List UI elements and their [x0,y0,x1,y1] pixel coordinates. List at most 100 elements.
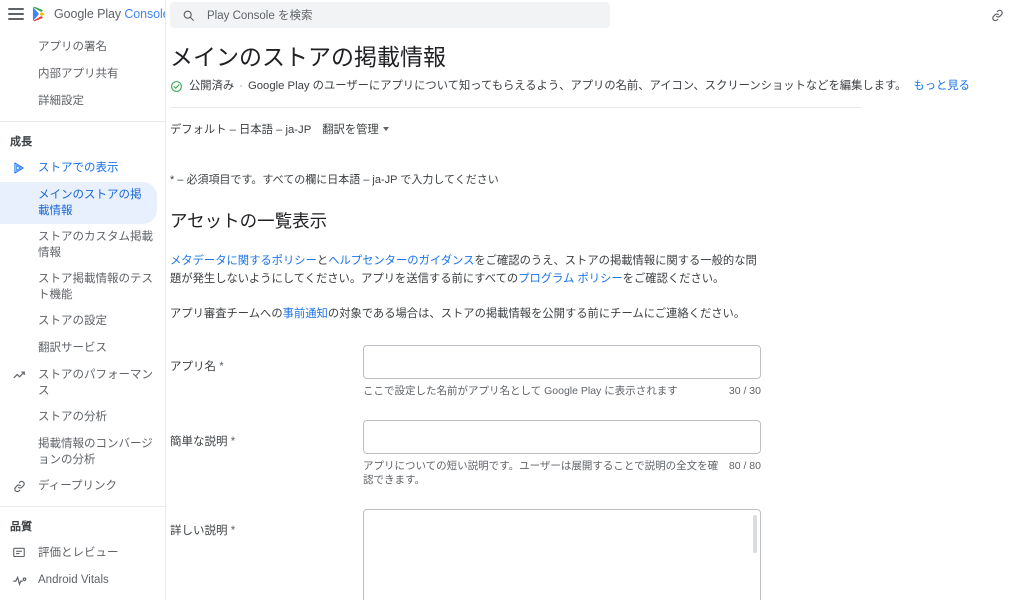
label-text: アプリ名 [170,361,216,373]
label-text: 詳しい説明 [170,525,228,537]
sidebar-section-quality: 品質 [10,521,33,533]
sidebar-item-label: 内部アプリ共有 [38,68,119,80]
page-title: メインのストアの掲載情報 [170,44,446,70]
sidebar-item-label: ディープリンク [38,480,118,492]
sidebar: Google Play Console アプリの署名 内部アプリ共有 詳細設定 … [0,0,166,600]
sidebar-item-ratings-and-reviews[interactable]: 評価とレビュー [0,540,165,567]
sidebar-item-custom-store-listings[interactable]: ストアのカスタム掲載情報 [0,224,165,266]
sidebar-item-internal-app-sharing[interactable]: 内部アプリ共有 [0,61,165,88]
sidebar-item-label: ストアのパフォーマンス [38,369,153,397]
sidebar-item-listing-conversion-analysis[interactable]: 掲載情報のコンバージョンの分析 [0,431,165,473]
check-circle-icon [170,80,184,93]
helper-text: アプリについての短い説明です。ユーザーは展開することで説明の全文を確認できます。 [363,460,719,486]
full-description-area-wrap [363,509,761,600]
sidebar-item-label: ストアの設定 [38,315,107,327]
status-badge: 公開済み [189,80,235,92]
google-play-logo-icon [33,6,45,22]
status-description: Google Play のユーザーにアプリについて知ってもらえるよう、アプリの名… [247,80,907,92]
sidebar-item-store-settings[interactable]: ストアの設定 [0,308,165,335]
helper-text: ここで設定した名前がアプリ名として Google Play に表示されます [363,385,678,397]
main-content: Play Console を検索 メインのストアの掲載情報 公開済み · Goo… [166,0,1024,600]
status-separator: · [239,80,243,92]
metadata-policy-link[interactable]: メタデータに関するポリシー [170,255,317,267]
sidebar-nav: アプリの署名 内部アプリ共有 詳細設定 成長 ストアでの表示 メインのストアの掲… [0,28,165,600]
brand-name-secondary: Console [124,6,166,21]
policy-text: と [316,255,329,267]
sidebar-item-label: 詳細設定 [38,95,84,107]
short-description-field-wrap: アプリについての短い説明です。ユーザーは展開することで説明の全文を確認できます。… [363,420,761,487]
sidebar-item-label: メインのストアの掲載情報 [38,189,142,217]
locale-current: デフォルト – 日本語 – ja-JP [170,124,312,136]
link-chain-icon [10,478,28,494]
sidebar-item-label: アプリの署名 [38,41,107,53]
sidebar-item-label: ストア掲載情報のテスト機能 [38,273,153,301]
policy-text: をご確認ください。 [622,273,725,285]
sidebar-item-label: 掲載情報のコンバージョンの分析 [38,438,153,466]
app-name-helper-row: ここで設定した名前がアプリ名として Google Play に表示されます 30… [363,384,761,398]
app-name-input[interactable] [363,345,761,379]
sidebar-item-advanced-settings[interactable]: 詳細設定 [0,88,165,115]
sidebar-item-translation-service[interactable]: 翻訳サービス [0,335,165,362]
sidebar-item-label: ストアのカスタム掲載情報 [38,231,153,259]
chevron-down-icon [382,127,389,131]
brand-title: Google Play Console [54,6,166,21]
app-name-field-wrap: ここで設定した名前がアプリ名として Google Play に表示されます 30… [363,345,761,398]
search-placeholder: Play Console を検索 [207,10,313,22]
advance-notice-link[interactable]: 事前通知 [283,308,328,320]
manage-translations-button[interactable]: 翻訳を管理 [322,121,389,137]
sidebar-item-store-listing-experiments[interactable]: ストア掲載情報のテスト機能 [0,266,165,308]
sidebar-item-store-performance[interactable]: ストアのパフォーマンス [0,362,165,404]
sidebar-item-label: 翻訳サービス [38,342,107,354]
locale-row: デフォルト – 日本語 – ja-JP 翻訳を管理 [170,121,1024,137]
app-root: Google Play Console アプリの署名 内部アプリ共有 詳細設定 … [0,0,1024,600]
sidebar-item-store-presence[interactable]: ストアでの表示 [0,155,165,182]
sidebar-item-app-signing[interactable]: アプリの署名 [0,34,165,61]
policy-paragraph-1: メタデータに関するポリシーとヘルプセンターのガイダンスをご確認のうえ、ストアの掲… [170,252,768,288]
program-policy-link[interactable]: プログラム ポリシー [518,273,622,285]
learn-more-link[interactable]: もっと見る [913,79,970,94]
label-text: 簡単な説明 [170,436,228,448]
sidebar-item-deep-links[interactable]: ディープリンク [0,473,165,500]
sidebar-item-label: 評価とレビュー [38,547,119,559]
policy-text: の対象である場合は、ストアの掲載情報を公開する前にチームにご連絡ください。 [327,308,746,320]
sidebar-item-android-vitals[interactable]: Android Vitals [0,567,165,594]
required-marker: * [230,525,236,537]
reviews-icon [10,545,28,561]
required-marker: * [219,361,224,373]
required-marker: * [230,436,236,448]
sidebar-item-store-analytics[interactable]: ストアの分析 [0,404,165,431]
sidebar-item-label: Android Vitals [38,574,109,586]
policy-paragraph-2: アプリ審査チームへの事前通知の対象である場合は、ストアの掲載情報を公開する前にチ… [170,305,768,323]
short-description-label: 簡単な説明 * [170,420,363,487]
character-counter: 30 / 30 [728,385,761,397]
hamburger-icon[interactable] [8,8,24,20]
topbar: Play Console を検索 [166,0,1024,30]
full-description-textarea[interactable] [363,509,761,600]
brand-row: Google Play Console [0,0,165,28]
sidebar-item-main-store-listing[interactable]: メインのストアの掲載情報 [0,182,157,224]
vitals-pulse-icon [10,572,28,588]
search-input[interactable]: Play Console を検索 [170,2,610,28]
full-description-field-wrap: 1528 / 4000 [363,509,761,600]
short-description-helper-row: アプリについての短い説明です。ユーザーは展開することで説明の全文を確認できます。… [363,459,761,487]
trending-up-icon [10,367,28,383]
page-content: メインのストアの掲載情報 公開済み · Google Play のユーザーにアプ… [166,42,1024,600]
form-row-app-name: アプリ名 * ここで設定した名前がアプリ名として Google Play に表示… [170,345,1024,398]
app-name-label: アプリ名 * [170,345,363,398]
section-title-assets: アセットの一覧表示 [170,211,328,231]
required-fields-note: * – 必須項目です。すべての欄に日本語 – ja-JP で入力してください [170,174,499,186]
header-divider [170,107,862,108]
play-store-outline-icon [10,160,28,176]
policy-text: アプリ審査チームへの [170,308,283,320]
full-description-label: 詳しい説明 * [170,509,363,600]
search-icon [183,10,194,21]
character-counter: 80 / 80 [728,460,761,472]
sidebar-item-label: ストアの分析 [38,411,107,423]
brand-name-primary: Google Play [54,6,121,21]
help-center-guidance-link[interactable]: ヘルプセンターのガイダンス [328,255,474,267]
link-chain-icon[interactable] [984,2,1010,28]
status-line: 公開済み · Google Play のユーザーにアプリについて知ってもらえるよ… [170,79,1024,94]
sidebar-item-label: ストアでの表示 [38,162,119,174]
form-row-short-description: 簡単な説明 * アプリについての短い説明です。ユーザーは展開することで説明の全文… [170,420,1024,487]
short-description-input[interactable] [363,420,761,454]
